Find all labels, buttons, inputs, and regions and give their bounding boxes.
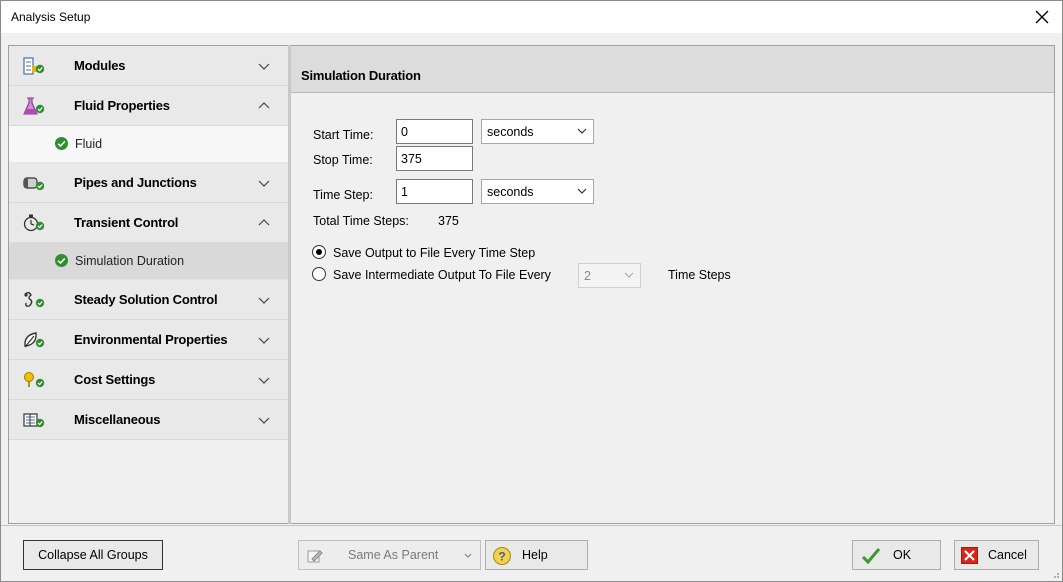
sidebar-group-label: Miscellaneous [74, 412, 161, 427]
chevron-up-icon [258, 102, 270, 109]
main-panel: Simulation Duration Start Time: seconds … [291, 45, 1055, 524]
chevron-down-icon [258, 180, 270, 187]
help-button[interactable]: ? Help [485, 540, 588, 570]
save-every-step-label: Save Output to File Every Time Step [333, 246, 536, 260]
same-as-parent-label: Same As Parent [348, 548, 439, 562]
sidebar-group-label: Modules [74, 58, 126, 73]
chevron-down-icon [258, 337, 270, 344]
sidebar-group-label: Cost Settings [74, 372, 156, 387]
chevron-down-icon [577, 128, 587, 134]
save-intermediate-label: Save Intermediate Output To File Every [333, 268, 551, 282]
ok-label: OK [893, 548, 912, 562]
sidebar-group-environmental-properties[interactable]: Environmental Properties [9, 320, 288, 360]
time-step-input[interactable] [396, 179, 473, 204]
chevron-up-icon [258, 219, 270, 226]
cost-icon [24, 372, 45, 388]
sidebar-group-steady-solution-control[interactable]: Steady Solution Control [9, 280, 288, 320]
cancel-button[interactable]: Cancel [954, 540, 1039, 570]
total-time-steps-value: 375 [438, 214, 459, 228]
panel-title: Simulation Duration [301, 68, 421, 83]
solution-icon [24, 292, 45, 308]
save-intermediate-radio[interactable] [312, 267, 326, 281]
sidebar-group-label: Fluid Properties [74, 98, 170, 113]
sidebar-group-pipes-and-junctions[interactable]: Pipes and Junctions [9, 163, 288, 203]
sidebar-group-fluid-properties[interactable]: Fluid Properties [9, 86, 288, 126]
sidebar-item-fluid[interactable]: Fluid [9, 126, 288, 163]
sidebar-item-simulation-duration[interactable]: Simulation Duration [9, 243, 288, 280]
cancel-label: Cancel [988, 548, 1027, 562]
leaf-icon [24, 332, 45, 348]
chevron-down-icon [624, 272, 634, 278]
help-label: Help [522, 548, 548, 562]
stopwatch-icon [23, 214, 45, 232]
save-every-step-radio[interactable] [312, 245, 326, 259]
title-bar: Analysis Setup [1, 1, 1062, 33]
chevron-down-icon [577, 188, 587, 194]
chevron-down-icon [464, 553, 472, 558]
sidebar-item-label: Fluid [75, 137, 103, 151]
ok-button[interactable]: OK [852, 540, 941, 570]
sidebar-item-label: Simulation Duration [75, 254, 185, 268]
analysis-setup-window: Analysis Setup Modules Fluid Properties … [0, 0, 1063, 582]
start-time-input[interactable] [396, 119, 473, 144]
close-icon [1035, 10, 1049, 24]
select-value: seconds [487, 185, 534, 199]
sidebar-group-miscellaneous[interactable]: Miscellaneous [9, 400, 288, 440]
sidebar-group-transient-control[interactable]: Transient Control [9, 203, 288, 243]
sidebar-group-label: Pipes and Junctions [74, 175, 197, 190]
same-as-parent-button[interactable]: Same As Parent [298, 540, 481, 570]
check-circle-icon [55, 137, 68, 150]
edit-icon [307, 550, 323, 563]
svg-text:?: ? [498, 550, 505, 564]
sidebar-group-label: Steady Solution Control [74, 292, 218, 307]
select-value: 2 [584, 269, 591, 283]
misc-icon [23, 413, 45, 428]
time-step-unit-select[interactable]: seconds [481, 179, 594, 204]
help-icon: ? [493, 547, 511, 565]
stop-time-input[interactable] [396, 146, 473, 171]
start-time-label: Start Time: [313, 128, 374, 142]
time-steps-suffix: Time Steps [668, 268, 731, 282]
save-interval-select[interactable]: 2 [578, 263, 641, 288]
cancel-icon [961, 547, 978, 564]
dialog-footer: Collapse All Groups Same As Parent ? Hel… [1, 525, 1062, 581]
check-circle-icon [55, 254, 68, 267]
time-step-label: Time Step: [313, 188, 373, 202]
collapse-all-groups-label: Collapse All Groups [38, 548, 148, 562]
sidebar: Modules Fluid Properties Fluid Pipes and… [8, 45, 288, 524]
modules-icon [23, 57, 45, 75]
pipe-icon [23, 177, 45, 191]
chevron-down-icon [258, 417, 270, 424]
start-time-unit-select[interactable]: seconds [481, 119, 594, 144]
sidebar-group-label: Environmental Properties [74, 332, 228, 347]
sidebar-group-modules[interactable]: Modules [9, 46, 288, 86]
select-value: seconds [487, 125, 534, 139]
window-title: Analysis Setup [11, 10, 91, 24]
sidebar-list: Modules Fluid Properties Fluid Pipes and… [9, 46, 288, 440]
chevron-down-icon [258, 297, 270, 304]
collapse-all-groups-button[interactable]: Collapse All Groups [23, 540, 163, 570]
chevron-down-icon [258, 377, 270, 384]
chevron-down-icon [258, 63, 270, 70]
resize-grip-icon[interactable] [1050, 569, 1060, 579]
panel-header: Simulation Duration [291, 46, 1054, 93]
close-button[interactable] [1030, 5, 1054, 29]
checkmark-icon [861, 548, 881, 565]
total-time-steps-label: Total Time Steps: [313, 214, 409, 228]
flask-icon [23, 97, 45, 115]
sidebar-group-cost-settings[interactable]: Cost Settings [9, 360, 288, 400]
sidebar-group-label: Transient Control [74, 215, 179, 230]
stop-time-label: Stop Time: [313, 153, 373, 167]
